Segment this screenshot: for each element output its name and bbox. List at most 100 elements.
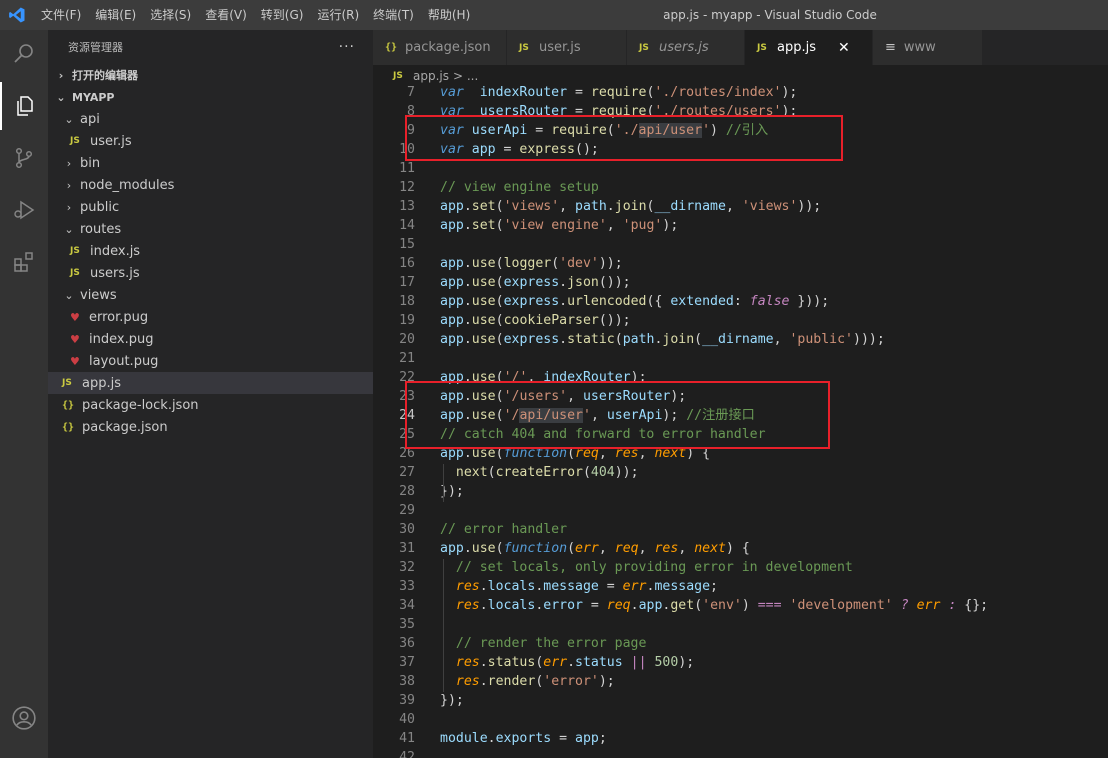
menu-item[interactable]: 转到(G): [254, 0, 311, 30]
code-token: app: [440, 313, 464, 328]
menu-item[interactable]: 文件(F): [34, 0, 88, 30]
pug-file-icon: ♥: [70, 332, 80, 346]
code-token: 'pug': [622, 218, 663, 233]
code-line: 11: [373, 159, 1108, 178]
code-line: 19 app.use(cookieParser());: [373, 311, 1108, 330]
code-text: res.locals.error = req.app.get('env') ==…: [440, 596, 988, 615]
line-number: 15: [399, 237, 415, 252]
code-token: function: [503, 541, 568, 556]
menu-item[interactable]: 运行(R): [310, 0, 366, 30]
code-text: // render the error page: [440, 634, 647, 653]
menu-item[interactable]: 帮助(H): [421, 0, 477, 30]
code-token: set: [471, 199, 496, 214]
menu-item[interactable]: 查看(V): [198, 0, 254, 30]
code-token: )));: [853, 332, 885, 347]
code-line: 32 // set locals, only providing error i…: [373, 558, 1108, 577]
tree-item[interactable]: ♥ error.pug: [48, 306, 373, 328]
code-token: (: [495, 541, 504, 556]
code-token: app: [440, 199, 464, 214]
code-token: use: [471, 275, 496, 290]
project-section[interactable]: ⌄ MYAPP: [48, 86, 373, 108]
tree-item[interactable]: ⌄ routes: [48, 218, 373, 240]
code-line: 31 app.use(function(err, req, res, next) …: [373, 539, 1108, 558]
run-debug-icon[interactable]: [0, 186, 48, 234]
js-file-icon: JS: [393, 71, 403, 81]
code-token: next: [455, 465, 488, 480]
tree-item-label: index.pug: [89, 331, 154, 347]
tree-item[interactable]: ⌄ api: [48, 108, 373, 130]
open-editors-section[interactable]: › 打开的编辑器: [48, 64, 373, 86]
tree-item[interactable]: JS user.js: [48, 130, 373, 152]
code-token: =: [582, 598, 607, 613]
tree-item[interactable]: {} package-lock.json: [48, 394, 373, 416]
tree-item[interactable]: ♥ index.pug: [48, 328, 373, 350]
js-file-icon: JS: [70, 136, 80, 146]
code-token: });: [440, 693, 464, 708]
indent-guide: [443, 559, 444, 692]
tab-app-js[interactable]: JS app.js ✕: [745, 30, 873, 65]
sidebar-title: 资源管理器: [68, 41, 123, 54]
line-number: 37: [399, 655, 415, 670]
file-tree: ⌄ api JS user.js › bin › node_modules › public ⌄ ro…: [48, 108, 373, 438]
code-token: status: [575, 655, 623, 670]
line-number: 39: [399, 693, 415, 708]
code-line: 29: [373, 501, 1108, 520]
tree-item[interactable]: JS app.js: [48, 372, 373, 394]
breadcrumb-file[interactable]: app.js: [413, 69, 449, 83]
code-token: .: [479, 598, 488, 613]
code-token: urlencoded: [567, 294, 647, 309]
code-token: error: [543, 598, 583, 613]
code-token: app: [638, 598, 663, 613]
code-token: var: [440, 85, 464, 100]
code-text: res.locals.message = err.message;: [440, 577, 718, 596]
code-line: 40: [373, 710, 1108, 729]
menu-item[interactable]: 选择(S): [143, 0, 198, 30]
line-number: 7: [407, 85, 415, 100]
tab-package-json[interactable]: {} package.json: [373, 30, 507, 65]
tree-item[interactable]: › node_modules: [48, 174, 373, 196]
extensions-icon[interactable]: [0, 238, 48, 286]
code-token: require: [590, 85, 647, 100]
code-token: use: [471, 313, 496, 328]
code-token: ,: [725, 199, 742, 214]
tab-user-js[interactable]: JS user.js: [507, 30, 627, 65]
tree-item[interactable]: › public: [48, 196, 373, 218]
tree-item[interactable]: {} package.json: [48, 416, 373, 438]
line-number: 41: [399, 731, 415, 746]
tree-item[interactable]: JS users.js: [48, 262, 373, 284]
code-token: path: [622, 332, 655, 347]
code-token: (: [495, 332, 504, 347]
code-text: // view engine setup: [440, 178, 599, 197]
tree-item-label: api: [80, 111, 100, 127]
source-control-icon[interactable]: [0, 134, 48, 182]
menu-item[interactable]: 终端(T): [366, 0, 421, 30]
tab-users-js[interactable]: JS users.js: [627, 30, 745, 65]
search-icon[interactable]: [0, 30, 48, 78]
line-number: 13: [399, 199, 415, 214]
explorer-icon[interactable]: [0, 82, 48, 130]
account-icon[interactable]: [0, 694, 48, 742]
more-actions-icon[interactable]: ···: [339, 39, 355, 55]
code-token: .: [463, 256, 472, 271]
js-file-icon: JS: [639, 42, 649, 53]
close-icon[interactable]: ✕: [838, 40, 850, 56]
code-line: 36 // render the error page: [373, 634, 1108, 653]
json-file-icon: {}: [62, 399, 75, 411]
code-token: res: [654, 541, 679, 556]
code-token: .: [567, 655, 576, 670]
code-token: ;: [710, 579, 718, 594]
tree-item[interactable]: ♥ layout.pug: [48, 350, 373, 372]
code-token: 500: [654, 655, 679, 670]
breadcrumb-rest[interactable]: > ...: [453, 69, 478, 83]
tree-item[interactable]: ⌄ views: [48, 284, 373, 306]
tab-www[interactable]: ≡ www: [873, 30, 983, 65]
code-token: err: [543, 655, 568, 670]
menu-item[interactable]: 编辑(E): [88, 0, 143, 30]
code-token: err: [916, 598, 941, 613]
code-token: // error handler: [440, 522, 568, 537]
tree-item[interactable]: JS index.js: [48, 240, 373, 262]
tree-item[interactable]: › bin: [48, 152, 373, 174]
code-token: (: [495, 275, 504, 290]
code-text: app.set('view engine', 'pug');: [440, 216, 678, 235]
code-editor[interactable]: 42 41 module.exports = app; 40 39}); 38 res.r…: [373, 84, 1108, 758]
